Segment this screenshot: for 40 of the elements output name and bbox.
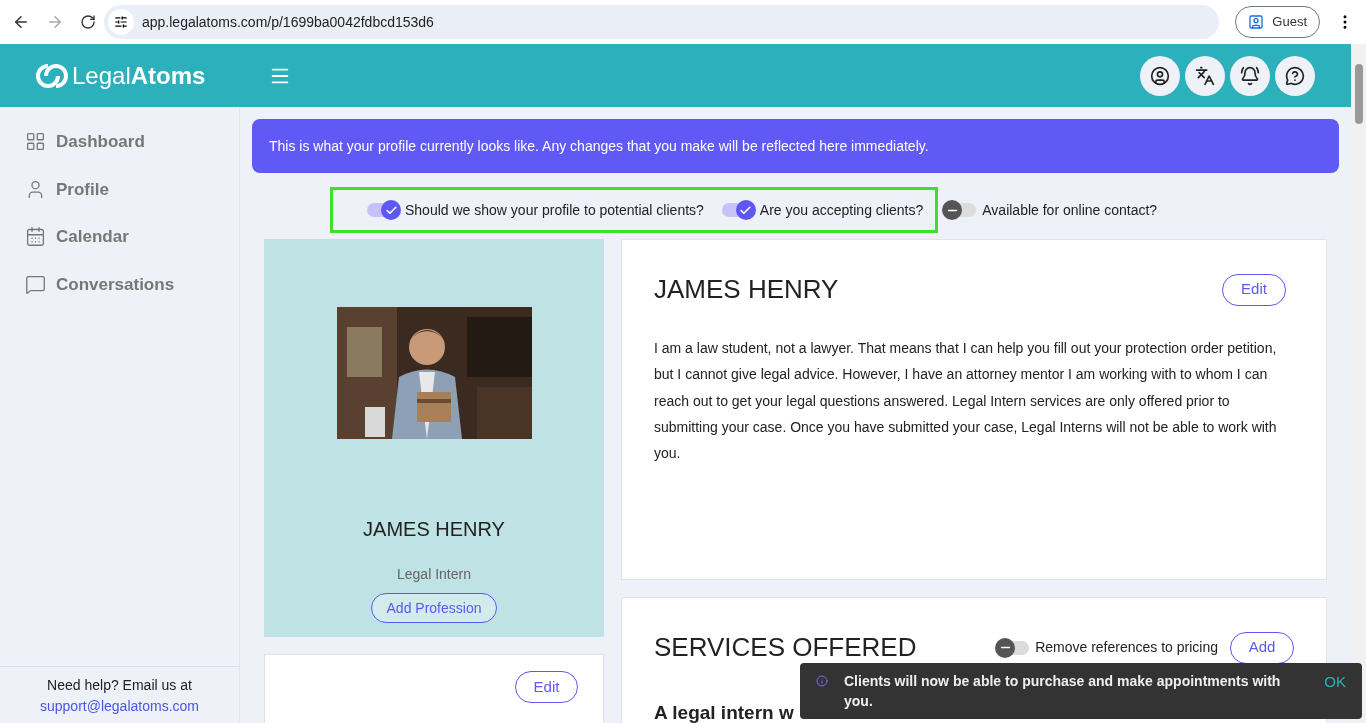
- grid-icon: [25, 131, 46, 153]
- profile-role: Legal Intern: [397, 565, 471, 584]
- service-title: A legal intern w: [654, 701, 794, 723]
- toast-message: Clients will now be able to purchase and make appointments with you.: [844, 672, 1282, 711]
- sidebar-item[interactable]: Conversations: [25, 271, 239, 297]
- add-profession-button[interactable]: Add Profession: [370, 593, 498, 623]
- help-icon[interactable]: [1275, 55, 1315, 96]
- site-settings-icon[interactable]: [114, 15, 128, 29]
- help-text: Need help? Email us at: [47, 676, 192, 695]
- sidebar-item[interactable]: Calendar: [25, 224, 239, 250]
- user-icon: [1248, 14, 1265, 30]
- calendar-icon: [25, 226, 46, 248]
- services-title: SERVICES OFFERED: [654, 631, 917, 664]
- bell-icon[interactable]: [1230, 55, 1270, 96]
- chat-bubble-icon: [25, 273, 46, 295]
- bio-text: I am a law student, not a lawyer. That means that I can help you fill out your protection order petition, but I cannot give legal advice. However, I have an attorney mentor I am working with to whom I can reach out to get your legal questions answered. Legal Intern services are only offered prior to submitting your case. Once you have submitted your case, Legal Interns will not be able to work with you.: [654, 339, 1278, 464]
- translate-icon[interactable]: [1185, 55, 1225, 96]
- scrollbar[interactable]: [1351, 44, 1366, 723]
- ok-button[interactable]: OK: [1324, 671, 1346, 694]
- url-text: app.legalatoms.com/p/1699ba0042fdbcd153d6: [142, 12, 434, 32]
- logo[interactable]: LegalAtoms: [36, 57, 206, 94]
- toggle-label: Are you accepting clients?: [759, 200, 924, 220]
- account-icon[interactable]: [1140, 55, 1180, 96]
- sidebar-item[interactable]: Dashboard: [25, 129, 239, 155]
- check-icon: [384, 203, 398, 217]
- toggle-switch[interactable]: [365, 200, 401, 220]
- toggle-label: Remove references to pricing: [1035, 638, 1218, 657]
- sidebar-item[interactable]: Profile: [25, 176, 239, 202]
- profile-name: JAMES HENRY: [363, 517, 505, 542]
- toggle-label: Available for online contact?: [982, 200, 1158, 220]
- about-name: JAMES HENRY: [654, 273, 839, 306]
- info-banner: This is what your profile currently looks like. Any changes that you make will be reflected here immediately.: [252, 119, 1339, 173]
- logo-text: LegalAtoms: [72, 60, 206, 91]
- support-email-link[interactable]: support@legalatoms.com: [40, 696, 199, 717]
- reload-icon[interactable]: [80, 14, 96, 30]
- info-icon: [816, 675, 828, 687]
- back-icon[interactable]: [12, 13, 30, 31]
- toggle-label: Should we show your profile to potential clients?: [405, 200, 704, 220]
- address-bar[interactable]: app.legalatoms.com/p/1699ba0042fdbcd153d6: [104, 5, 1220, 39]
- check-icon: [739, 203, 753, 217]
